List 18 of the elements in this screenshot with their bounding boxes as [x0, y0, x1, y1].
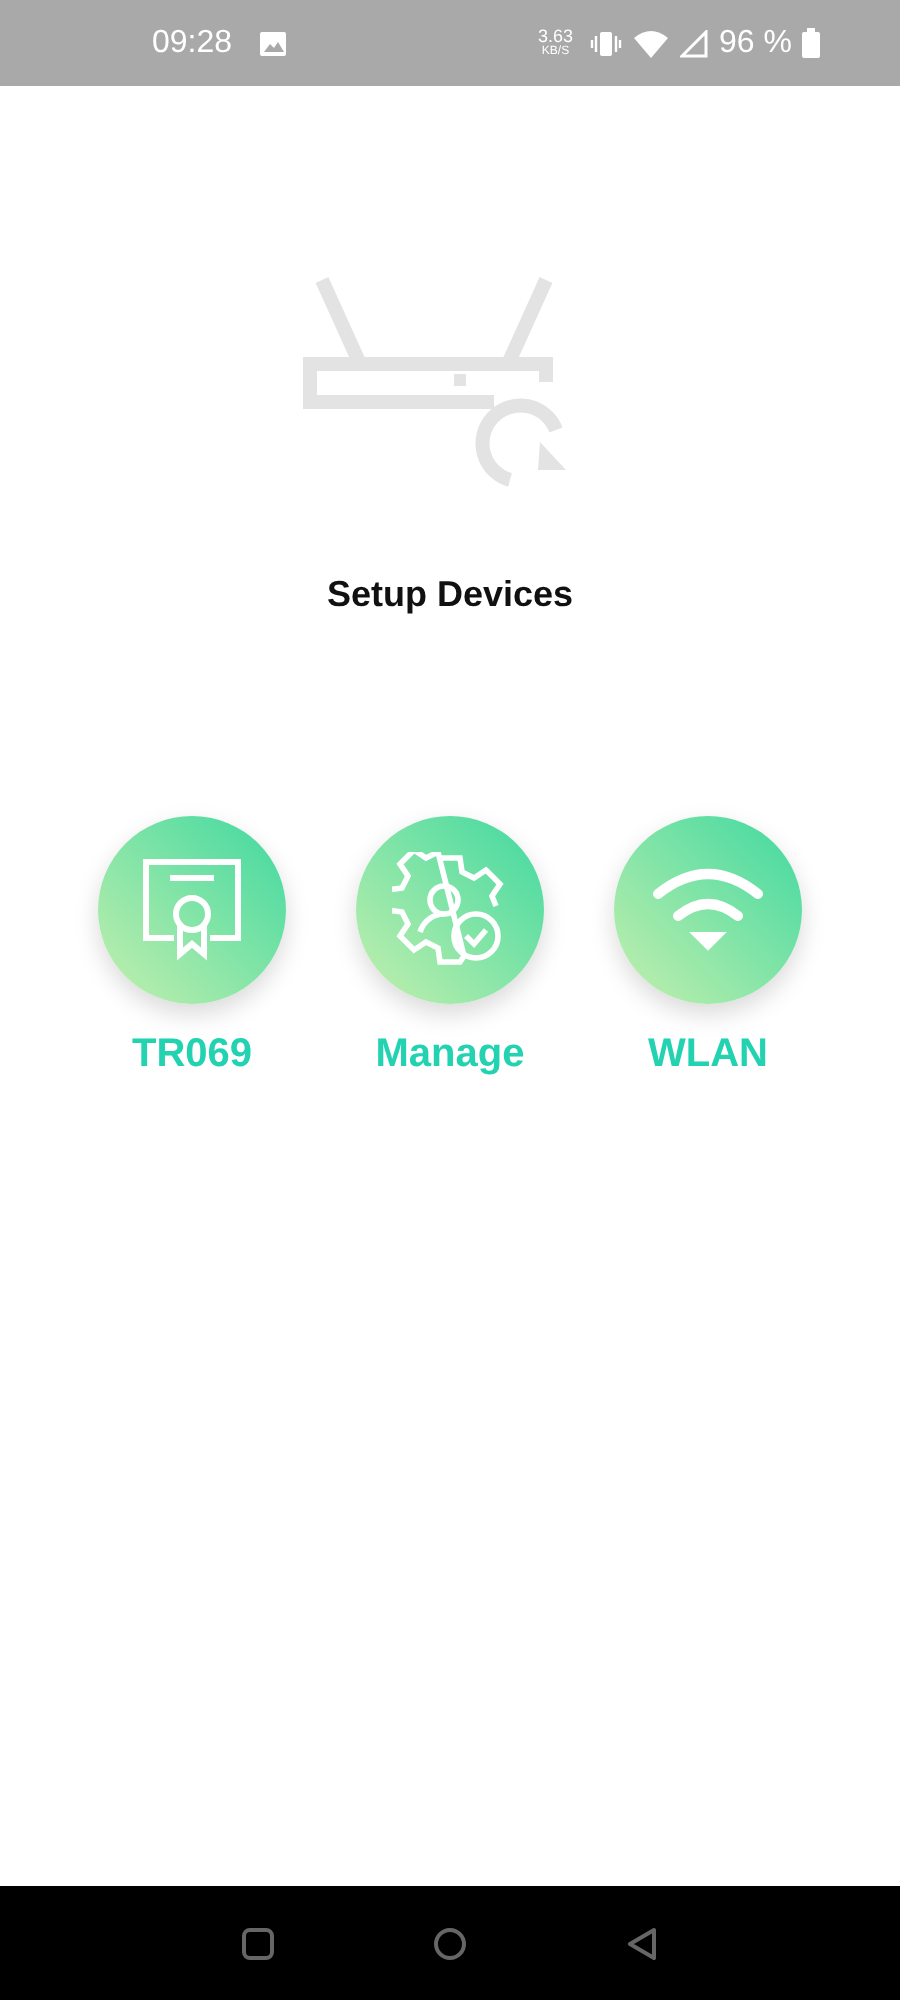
home-icon[interactable]	[434, 1927, 466, 1959]
action-label[interactable]: Manage	[375, 1032, 525, 1078]
battery-icon	[802, 28, 820, 58]
gear-icon	[392, 852, 508, 968]
wifi-icon	[650, 866, 766, 954]
wifi-icon	[633, 29, 668, 57]
network-speed: 3.63	[538, 27, 574, 45]
certificate-icon	[142, 858, 242, 962]
page-title: Setup Devices	[326, 574, 574, 616]
image-icon	[260, 31, 287, 55]
signal-icon	[679, 29, 708, 57]
action-label[interactable]: TR069	[131, 1032, 253, 1078]
clock-time: 09:28	[152, 25, 233, 61]
recents-icon[interactable]	[242, 1927, 274, 1959]
back-icon[interactable]	[626, 1927, 658, 1959]
battery-percentage: 96 %	[719, 25, 792, 61]
vibrate-icon	[589, 29, 622, 57]
action-label[interactable]: WLAN	[648, 1032, 768, 1078]
